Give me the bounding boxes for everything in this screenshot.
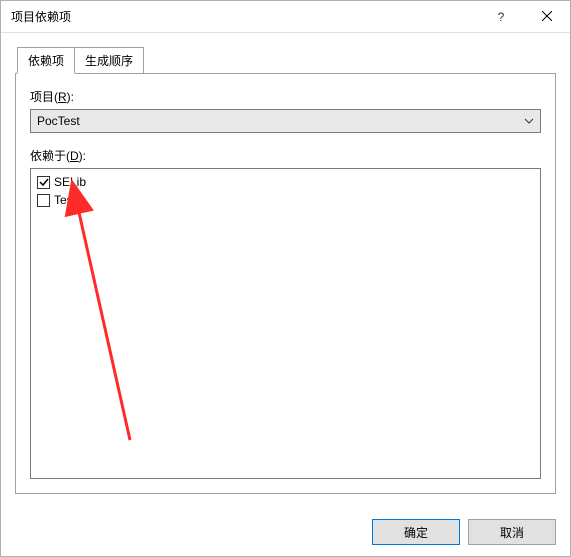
tab-build-order[interactable]: 生成顺序 [74,47,144,74]
dialog-window: 项目依赖项 ? 依赖项 生成顺序 项目(R): PocTest [0,0,571,557]
help-icon: ? [498,10,505,24]
close-icon [542,10,552,24]
depends-listbox[interactable]: SELib Test [30,168,541,479]
project-label: 项目(R): [30,88,541,105]
depends-label: 依赖于(D): [30,147,541,164]
item-label: SELib [54,175,86,189]
project-select-value: PocTest [37,114,80,128]
titlebar-title: 项目依赖项 [11,8,478,25]
checkbox-test[interactable] [37,194,50,207]
tab-strip: 依赖项 生成顺序 [17,47,556,74]
dialog-footer: 确定 取消 [1,508,570,556]
dialog-content: 依赖项 生成顺序 项目(R): PocTest 依赖于(D): [1,33,570,508]
close-button[interactable] [524,1,570,32]
ok-button[interactable]: 确定 [372,519,460,545]
tab-label: 依赖项 [28,54,64,68]
checkbox-selib[interactable] [37,176,50,189]
chevron-down-icon [524,116,534,126]
cancel-button[interactable]: 取消 [468,519,556,545]
item-label: Test [54,193,76,207]
list-item[interactable]: SELib [37,173,534,191]
list-item[interactable]: Test [37,191,534,209]
tab-dependencies[interactable]: 依赖项 [17,47,75,74]
tab-body: 项目(R): PocTest 依赖于(D): SELib [15,73,556,494]
titlebar: 项目依赖项 ? [1,1,570,33]
project-select[interactable]: PocTest [30,109,541,133]
help-button[interactable]: ? [478,1,524,32]
tab-label: 生成顺序 [85,54,133,68]
